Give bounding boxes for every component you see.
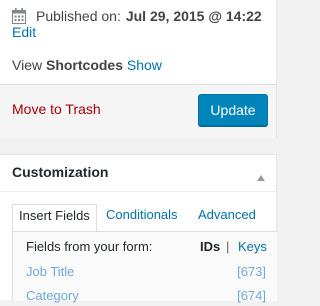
shortcodes-row: View Shortcodes Show: [12, 57, 162, 73]
published-date: Jul 29, 2015 @ 14:22: [125, 8, 262, 24]
field-id[interactable]: [673]: [237, 264, 266, 279]
keys-toggle-link[interactable]: Keys: [238, 239, 267, 254]
edit-date-link[interactable]: Edit: [12, 24, 36, 40]
show-shortcodes-link[interactable]: Show: [127, 57, 162, 73]
customization-header[interactable]: Customization: [0, 155, 276, 192]
field-row[interactable]: Category [674]: [26, 288, 266, 306]
publish-box: Published on: Jul 29, 2015 @ 14:22 Edit …: [0, 0, 277, 138]
publish-actions: Move to Trash Update: [0, 84, 276, 138]
field-id[interactable]: [674]: [237, 288, 266, 303]
fields-from-form-label: Fields from your form:: [26, 239, 153, 254]
triangle-up-icon[interactable]: [257, 168, 265, 186]
tab-advanced[interactable]: Advanced: [192, 204, 262, 232]
shortcodes-label: Shortcodes: [45, 57, 123, 73]
move-to-trash-link[interactable]: Move to Trash: [12, 101, 101, 117]
tab-conditionals[interactable]: Conditionals: [100, 204, 184, 232]
insert-fields-panel: Fields from your form: IDs | Keys Job Ti…: [12, 231, 277, 303]
customization-box: Customization Insert Fields Conditionals…: [0, 154, 277, 303]
shortcodes-prefix: View: [12, 57, 46, 73]
ids-toggle[interactable]: IDs: [200, 239, 220, 254]
ids-keys-separator: |: [226, 239, 230, 254]
tab-insert-fields[interactable]: Insert Fields: [12, 204, 97, 232]
customization-title: Customization: [12, 164, 109, 180]
field-row[interactable]: Job Title [673]: [26, 264, 266, 282]
field-name[interactable]: Category: [26, 288, 79, 303]
update-button[interactable]: Update: [198, 94, 268, 126]
published-label: Published on:: [36, 8, 121, 24]
field-name[interactable]: Job Title: [26, 264, 74, 279]
customization-tabs: Insert Fields Conditionals Advanced: [12, 204, 276, 232]
published-row: Published on: Jul 29, 2015 @ 14:22: [12, 6, 262, 26]
calendar-icon: [12, 8, 26, 24]
